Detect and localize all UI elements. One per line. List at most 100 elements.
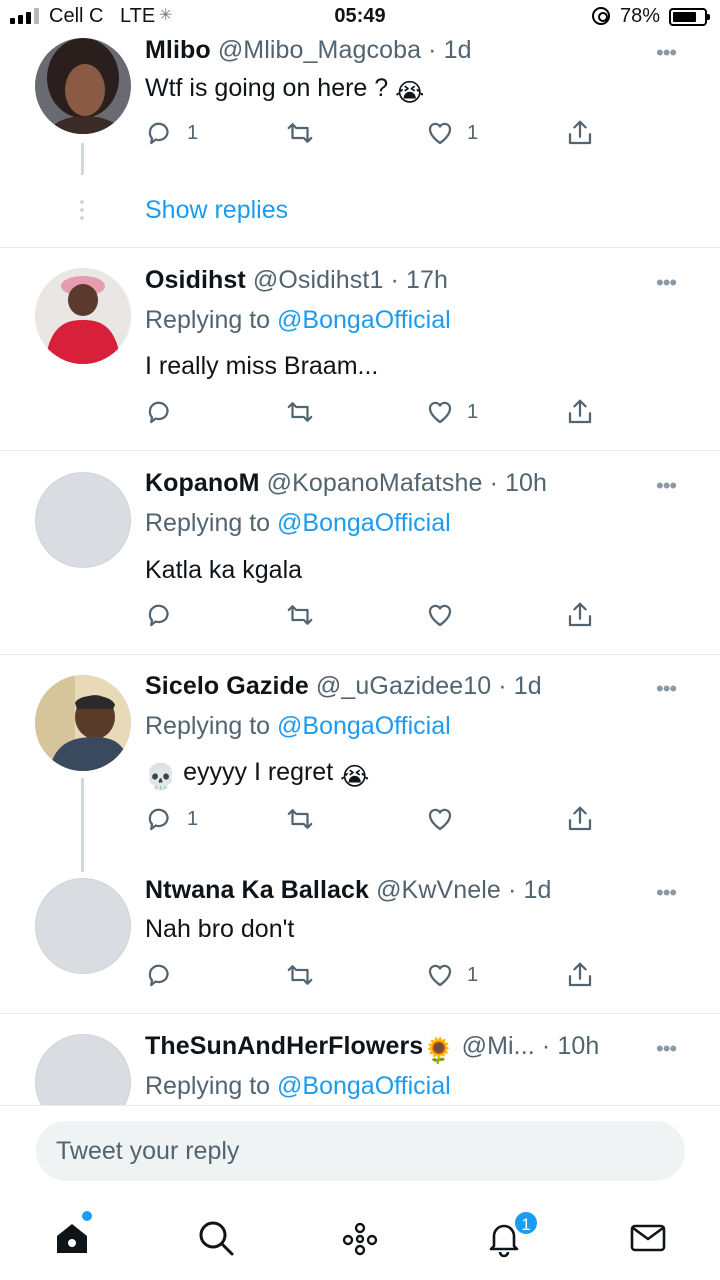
reply-button[interactable]: 1: [145, 118, 198, 148]
status-time: 05:49: [334, 5, 386, 27]
mention-link[interactable]: @BongaOfficial: [277, 509, 451, 537]
avatar[interactable]: [35, 268, 131, 364]
display-name[interactable]: Mlibo: [145, 36, 211, 64]
display-name[interactable]: Ntwana Ka Ballack: [145, 876, 369, 904]
tweet-actions: [145, 600, 615, 632]
show-replies-link[interactable]: Show replies: [145, 196, 288, 225]
retweet-button[interactable]: [285, 397, 315, 427]
share-icon: [568, 806, 592, 831]
like-button[interactable]: [425, 600, 467, 630]
reply-icon: [148, 604, 169, 627]
more-options-icon[interactable]: •••: [656, 880, 677, 906]
mention-link[interactable]: @BongaOfficial: [277, 1072, 451, 1100]
share-button[interactable]: [565, 118, 595, 148]
more-options-icon[interactable]: •••: [656, 676, 677, 702]
reply-count: 1: [187, 121, 199, 144]
thread-line: [81, 143, 84, 175]
battery-icon: [669, 8, 710, 26]
tweet-actions: 1: [145, 960, 615, 992]
retweet-icon: [287, 123, 313, 143]
retweet-button[interactable]: [285, 600, 315, 630]
mention-link[interactable]: @BongaOfficial: [277, 306, 451, 334]
tweet-header: TheSunAndHerFlowers🌻 @Mi... · 10h: [145, 1032, 599, 1066]
tweet-actions: 1: [145, 397, 615, 429]
replying-to: Replying to @BongaOfficial: [145, 1072, 451, 1100]
sunflower-emoji: 🌻: [423, 1037, 455, 1065]
avatar[interactable]: [35, 878, 131, 974]
user-handle[interactable]: @KopanoMafatshe: [267, 469, 483, 497]
divider: [0, 654, 720, 655]
display-name[interactable]: Sicelo Gazide: [145, 672, 309, 700]
heart-icon: [428, 122, 452, 145]
nav-home[interactable]: [52, 1218, 92, 1258]
retweet-button[interactable]: [285, 804, 315, 834]
home-unread-dot: [82, 1211, 92, 1221]
tweet-reply-input[interactable]: [36, 1121, 685, 1181]
tweet-actions: 1: [145, 804, 615, 836]
display-name[interactable]: TheSunAndHerFlowers: [145, 1032, 423, 1060]
user-handle[interactable]: @KwVnele: [376, 876, 501, 904]
user-handle[interactable]: @Mlibo_Magcoba: [218, 36, 421, 64]
tweet-time: · 1d: [428, 36, 472, 64]
search-icon: [199, 1221, 234, 1256]
mention-link[interactable]: @BongaOfficial: [277, 712, 451, 740]
nav-search[interactable]: [196, 1218, 236, 1258]
divider: [0, 1013, 720, 1014]
reply-button[interactable]: [145, 600, 187, 630]
share-button[interactable]: [565, 600, 595, 630]
like-count: 1: [467, 400, 479, 423]
spaces-icon: [342, 1222, 378, 1256]
crying-face-emoji: 😭: [395, 79, 425, 107]
reply-button[interactable]: [145, 397, 187, 427]
reply-button[interactable]: 1: [145, 804, 198, 834]
like-button[interactable]: [425, 804, 467, 834]
tweet-time: · 10h: [541, 1032, 600, 1060]
share-button[interactable]: [565, 804, 595, 834]
more-options-icon[interactable]: •••: [656, 473, 677, 499]
like-count: 1: [467, 963, 479, 986]
retweet-icon: [287, 809, 313, 829]
share-icon: [568, 120, 592, 145]
like-button[interactable]: 1: [425, 960, 478, 990]
nav-messages[interactable]: [628, 1218, 668, 1258]
avatar[interactable]: [35, 675, 131, 771]
reply-icon: [148, 808, 169, 831]
like-count: 1: [467, 121, 479, 144]
avatar[interactable]: [35, 472, 131, 568]
messages-icon: [630, 1224, 666, 1252]
user-handle[interactable]: @_uGazidee10: [316, 672, 491, 700]
nav-spaces[interactable]: [340, 1218, 380, 1258]
notification-badge: 1: [513, 1210, 539, 1236]
tweet-header: Ntwana Ka Ballack @KwVnele · 1d: [145, 876, 551, 905]
replying-to: Replying to @BongaOfficial: [145, 509, 451, 537]
more-options-icon[interactable]: •••: [656, 1036, 677, 1062]
status-bar: Cell C LTE ✳ 05:49 78%: [0, 0, 720, 36]
share-button[interactable]: [565, 397, 595, 427]
crying-face-emoji: 😭: [340, 763, 370, 791]
reply-composer: [0, 1105, 720, 1200]
retweet-button[interactable]: [285, 960, 315, 990]
more-options-icon[interactable]: •••: [656, 270, 677, 296]
heart-icon: [428, 604, 452, 627]
user-handle[interactable]: @Mi...: [462, 1032, 535, 1060]
avatar[interactable]: [35, 38, 131, 134]
share-button[interactable]: [565, 960, 595, 990]
retweet-button[interactable]: [285, 118, 315, 148]
retweet-icon: [287, 605, 313, 625]
divider: [0, 450, 720, 451]
tweet-header: Osidihst @Osidihst1 · 17h: [145, 266, 448, 295]
display-name[interactable]: Osidihst: [145, 266, 246, 294]
tweet-header: Sicelo Gazide @_uGazidee10 · 1d: [145, 672, 542, 701]
user-handle[interactable]: @Osidihst1: [253, 266, 384, 294]
replying-to: Replying to @BongaOfficial: [145, 712, 451, 740]
display-name[interactable]: KopanoM: [145, 469, 260, 497]
tweet-time: · 17h: [390, 266, 448, 294]
home-icon: [57, 1224, 87, 1253]
reply-count: 1: [187, 807, 199, 830]
replying-to: Replying to @BongaOfficial: [145, 306, 451, 334]
more-options-icon[interactable]: •••: [656, 40, 677, 66]
like-button[interactable]: 1: [425, 397, 478, 427]
like-button[interactable]: 1: [425, 118, 478, 148]
reply-button[interactable]: [145, 960, 187, 990]
tweet-actions: 1 1: [145, 118, 615, 150]
